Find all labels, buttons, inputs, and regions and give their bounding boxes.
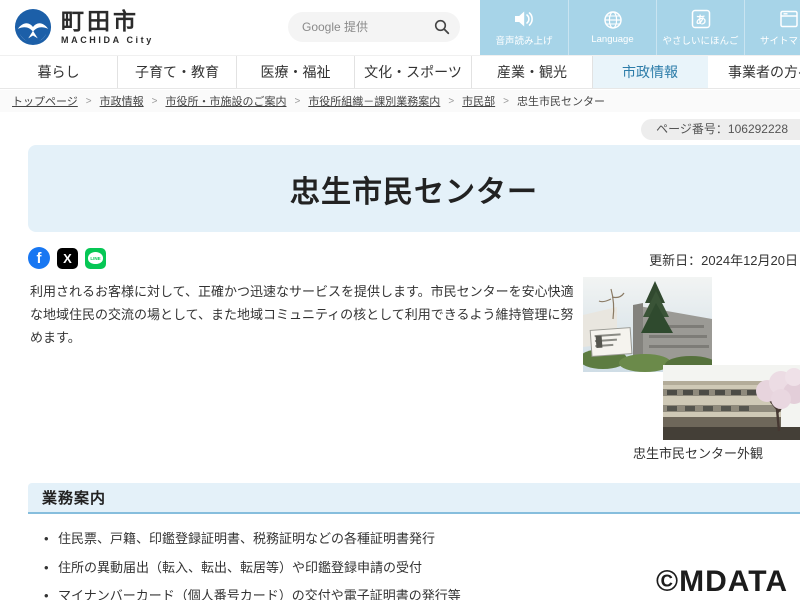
utility-easy-japanese-button[interactable]: あ やさしいにほんご (656, 0, 744, 55)
utility-language-label: Language (591, 34, 633, 45)
facility-photo-entrance (583, 277, 712, 372)
facility-photo-sakura (663, 365, 800, 440)
breadcrumb-link-shisei[interactable]: 市政情報 (100, 93, 144, 109)
page: 町田市 MACHIDA City 音声読み上げ (0, 0, 800, 600)
site-header: 町田市 MACHIDA City 音声読み上げ (0, 0, 800, 55)
nav-item-kosodate[interactable]: 子育て・教育 (118, 56, 237, 88)
breadcrumb-link-home[interactable]: トップページ (12, 93, 78, 109)
breadcrumb-separator: > (152, 96, 158, 107)
logo-title: 町田市 (61, 9, 154, 33)
breadcrumb-separator: > (294, 96, 300, 107)
breadcrumb: トップページ > 市政情報 > 市役所・市施設のご案内 > 市役所組織－課別業務… (0, 90, 800, 112)
hiragana-a-icon: あ (691, 9, 711, 29)
site-search (288, 12, 460, 42)
utility-sitemap-button[interactable]: サイトマップ (744, 0, 800, 55)
search-input[interactable] (302, 20, 434, 34)
nav-item-iryo[interactable]: 医療・福祉 (237, 56, 355, 88)
svg-text:あ: あ (695, 13, 706, 26)
nav-item-sangyo[interactable]: 産業・観光 (472, 56, 593, 88)
site-logo[interactable]: 町田市 MACHIDA City (14, 8, 154, 46)
nav-item-jigyosha[interactable]: 事業者の方へ (708, 56, 800, 88)
breadcrumb-separator: > (448, 96, 454, 107)
x-share-icon[interactable]: X (57, 248, 78, 269)
line-share-icon[interactable]: LINE (85, 248, 106, 269)
global-nav: 暮らし 子育て・教育 医療・福祉 文化・スポーツ 産業・観光 市政情報 事業者の… (0, 55, 800, 89)
machida-city-emblem-icon (14, 8, 52, 46)
utility-language-button[interactable]: Language (568, 0, 656, 55)
photo-caption: 忠生市民センター外観 (633, 443, 763, 462)
breadcrumb-separator: > (86, 96, 92, 107)
breadcrumb-link-shiminbu[interactable]: 市民部 (462, 93, 495, 109)
line-bubble-glyph: LINE (88, 252, 103, 264)
social-share-row: f X LINE (28, 247, 106, 269)
page-number-badge: ページ番号：106292228 (641, 119, 800, 140)
globe-icon (603, 10, 623, 30)
list-item: マイナンバーカード（個人番号カード）の交付や電子証明書の発行等 (30, 587, 590, 600)
business-list: 住民票、戸籍、印鑑登録証明書、税務証明などの各種証明書発行 住所の異動届出（転入… (30, 530, 590, 600)
intro-paragraph: 利用されるお客様に対して、正確かつ迅速なサービスを提供します。市民センターを安心… (30, 280, 575, 349)
search-icon (434, 19, 450, 35)
logo-text: 町田市 MACHIDA City (61, 9, 154, 44)
utility-sitemap-label: サイトマップ (760, 33, 800, 47)
utility-speech-label: 音声読み上げ (495, 33, 552, 47)
utility-speech-button[interactable]: 音声読み上げ (480, 0, 568, 55)
utility-bar: 音声読み上げ Language あ やさしいにほんご (480, 0, 800, 55)
list-item: 住所の異動届出（転入、転出、転居等）や印鑑登録申請の受付 (30, 559, 590, 577)
utility-easy-japanese-label: やさしいにほんご (662, 33, 738, 47)
speaker-icon (513, 9, 535, 29)
breadcrumb-link-shiyakusho[interactable]: 市役所・市施設のご案内 (165, 93, 286, 109)
updated-date: 更新日：2024年12月20日 (649, 250, 798, 269)
search-button[interactable] (434, 19, 450, 35)
section-heading: 業務案内 (42, 487, 106, 508)
nav-item-bunka[interactable]: 文化・スポーツ (355, 56, 472, 88)
logo-subtitle: MACHIDA City (61, 35, 154, 45)
breadcrumb-separator: > (503, 96, 509, 107)
nav-item-shisei[interactable]: 市政情報 (593, 56, 708, 88)
breadcrumb-current: 忠生市民センター (517, 93, 605, 109)
page-title: 忠生市民センター (290, 167, 538, 211)
breadcrumb-link-soshiki[interactable]: 市役所組織－課別業務案内 (308, 93, 440, 109)
facebook-share-icon[interactable]: f (28, 247, 50, 269)
list-item: 住民票、戸籍、印鑑登録証明書、税務証明などの各種証明書発行 (30, 530, 590, 548)
sitemap-icon (779, 9, 799, 29)
watermark: ©MDATA (656, 565, 788, 599)
section-heading-bar: 業務案内 (28, 483, 800, 514)
page-title-banner: 忠生市民センター (28, 145, 800, 232)
nav-item-kurashi[interactable]: 暮らし (0, 56, 118, 88)
